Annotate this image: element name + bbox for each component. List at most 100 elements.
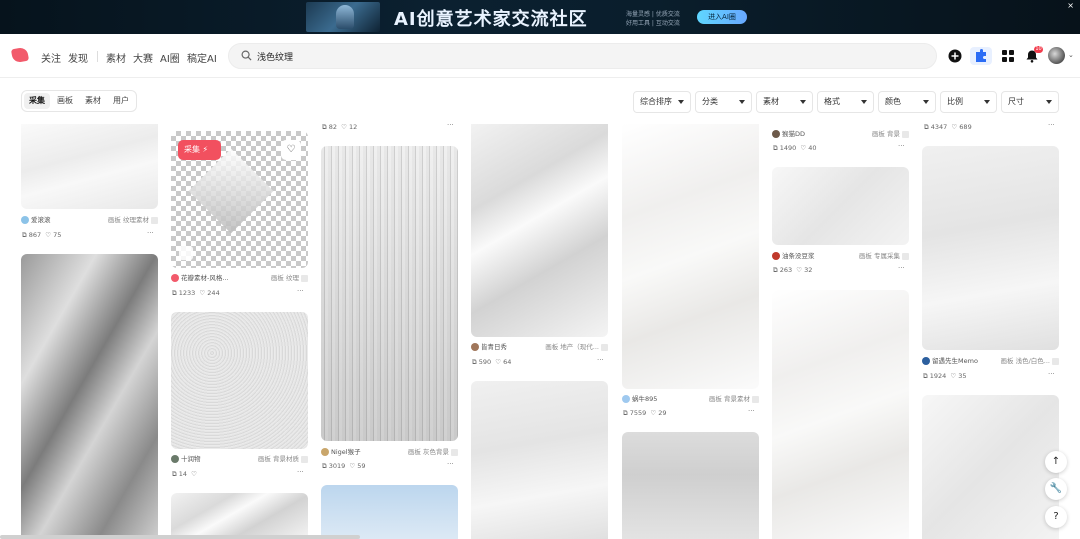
- tool-button[interactable]: 🔧: [1045, 478, 1067, 500]
- board-name[interactable]: 背景: [887, 130, 900, 138]
- nav-follow[interactable]: 关注: [41, 50, 61, 65]
- pin-image[interactable]: [772, 290, 909, 539]
- help-button[interactable]: ?: [1045, 506, 1067, 528]
- more-icon[interactable]: ···: [748, 407, 755, 415]
- banner-subtitle: 好用工具 | 互动交流: [626, 20, 680, 27]
- filter-material[interactable]: 素材: [756, 91, 813, 113]
- more-icon[interactable]: ···: [1048, 121, 1055, 129]
- pin-image[interactable]: [471, 381, 608, 539]
- avatar[interactable]: [321, 448, 329, 456]
- horizontal-scrollbar[interactable]: [0, 535, 360, 539]
- author-name[interactable]: 爱滚滚: [31, 216, 51, 224]
- search-input[interactable]: [257, 48, 917, 64]
- pin-meta: 留遇先生Memo 画板 浅色/白色...: [922, 355, 1059, 365]
- more-icon[interactable]: ···: [147, 229, 154, 237]
- filter-ratio[interactable]: 比例: [940, 91, 997, 113]
- board-name[interactable]: 背景材质: [273, 455, 299, 463]
- avatar[interactable]: [622, 395, 630, 403]
- more-icon[interactable]: ···: [447, 460, 454, 468]
- collect-button[interactable]: 采集 ⚡: [178, 140, 221, 160]
- tab-board[interactable]: 画板: [52, 93, 78, 109]
- back-to-top-button[interactable]: ↑: [1045, 451, 1067, 473]
- filter-category[interactable]: 分类: [695, 91, 752, 113]
- divider: [97, 51, 98, 62]
- more-icon[interactable]: ···: [898, 264, 905, 272]
- pin-stats: ⧉ 590 ♡ 64: [472, 358, 512, 366]
- author-name[interactable]: Nigel猴子: [331, 448, 361, 456]
- more-icon[interactable]: ···: [898, 142, 905, 150]
- avatar[interactable]: [922, 357, 930, 365]
- board-name[interactable]: 专属采集: [874, 252, 900, 260]
- add-icon[interactable]: [948, 49, 962, 63]
- more-icon[interactable]: ···: [1048, 370, 1055, 378]
- pin-image[interactable]: [471, 124, 608, 337]
- plugin-icon[interactable]: [970, 47, 992, 65]
- pin-meta: 花瓣素材-风格... 画板 纹理: [171, 272, 308, 282]
- heart-icon[interactable]: ♡: [281, 140, 301, 160]
- pin-image[interactable]: [622, 124, 759, 389]
- author-name[interactable]: 猴猫DD: [782, 130, 805, 138]
- scan-icon[interactable]: [179, 246, 193, 260]
- filter-size[interactable]: 尺寸: [1001, 91, 1059, 113]
- board-name[interactable]: 浅色/白色...: [1016, 357, 1050, 365]
- avatar[interactable]: [1048, 47, 1065, 64]
- notification-badge: 10: [1034, 46, 1043, 53]
- avatar[interactable]: [471, 343, 479, 351]
- pin-image[interactable]: [922, 146, 1059, 350]
- pin-image[interactable]: [171, 312, 308, 449]
- nav-material[interactable]: 素材: [106, 50, 126, 65]
- more-icon[interactable]: ···: [297, 287, 304, 295]
- filter-sort[interactable]: 综合排序: [633, 91, 691, 113]
- board-name[interactable]: 纹理: [286, 274, 299, 282]
- author-name[interactable]: 留遇先生Memo: [932, 357, 978, 365]
- author-name[interactable]: 油条没豆浆: [782, 252, 815, 260]
- nav-discover[interactable]: 发现: [68, 50, 88, 65]
- avatar[interactable]: [171, 274, 179, 282]
- board-name[interactable]: 灰色背景: [423, 448, 449, 456]
- chevron-down-icon[interactable]: ⌄: [1068, 51, 1074, 59]
- more-icon[interactable]: ···: [447, 121, 454, 129]
- author-name[interactable]: 蜗牛895: [632, 395, 657, 403]
- tab-user[interactable]: 用户: [108, 93, 134, 109]
- board-name[interactable]: 纹理素材: [123, 216, 149, 224]
- nav-contest[interactable]: 大赛: [133, 50, 153, 65]
- board-icon: [601, 343, 608, 351]
- pin-image[interactable]: [21, 124, 158, 209]
- pin-image[interactable]: [321, 485, 458, 539]
- caret-down-icon: [861, 100, 867, 104]
- content-type-tabs: 采集 画板 素材 用户: [21, 90, 137, 112]
- nav-gaoding-ai[interactable]: 稿定AI: [187, 50, 217, 65]
- tab-material[interactable]: 素材: [80, 93, 106, 109]
- promo-banner[interactable]: AI创意艺术家交流社区 海量灵感 | 优质交流 好用工具 | 互动交流 进入AI…: [0, 0, 1080, 34]
- more-icon[interactable]: ···: [297, 468, 304, 476]
- pin-stats: ⧉ 1924 ♡ 35: [923, 372, 967, 380]
- author-name[interactable]: 十润物: [181, 455, 201, 463]
- filter-color[interactable]: 颜色: [878, 91, 936, 113]
- author-name[interactable]: 花瓣素材-风格...: [181, 274, 229, 282]
- nav-ai-circle[interactable]: AI圈: [160, 50, 180, 65]
- tab-collect[interactable]: 采集: [24, 93, 50, 109]
- more-icon[interactable]: ···: [597, 356, 604, 364]
- pin-image[interactable]: [772, 167, 909, 245]
- avatar[interactable]: [772, 130, 780, 138]
- avatar[interactable]: [772, 252, 780, 260]
- avatar[interactable]: [171, 455, 179, 463]
- pin-image[interactable]: [321, 146, 458, 441]
- logo-icon[interactable]: [10, 46, 30, 64]
- board-name[interactable]: 背景素材: [724, 395, 750, 403]
- enter-ai-circle-button[interactable]: 进入AI圈: [697, 10, 747, 24]
- avatar[interactable]: [21, 216, 29, 224]
- pin-image[interactable]: [21, 254, 158, 539]
- author-name[interactable]: 皆青日秀: [481, 343, 507, 351]
- board-name[interactable]: 地产（现代...: [560, 343, 599, 351]
- board-icon: [301, 274, 308, 282]
- pin-stats: ⧉ 1233 ♡ 244: [172, 289, 220, 297]
- filter-format[interactable]: 格式: [817, 91, 874, 113]
- close-icon[interactable]: ×: [1067, 1, 1074, 10]
- pin-image[interactable]: 采集 ⚡ ♡: [171, 131, 308, 268]
- search-bar[interactable]: [228, 43, 937, 69]
- pin-image[interactable]: [171, 493, 308, 539]
- pin-image[interactable]: [922, 395, 1059, 539]
- pin-image[interactable]: [622, 432, 759, 539]
- apps-grid-icon[interactable]: [1001, 49, 1015, 63]
